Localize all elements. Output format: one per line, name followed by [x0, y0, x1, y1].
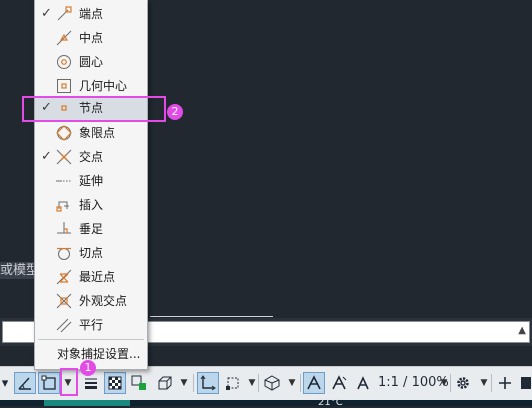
polar-tracking-button[interactable] [14, 372, 36, 394]
annotation-scale-button[interactable] [352, 372, 374, 394]
workspace-dropdown[interactable]: ▼ [478, 372, 490, 394]
menu-item-endpoint[interactable]: ✓ 端点 [35, 2, 147, 26]
menu-item-insertion[interactable]: 插入 [35, 193, 147, 217]
tangent-icon [57, 247, 71, 260]
isolate-icon [521, 377, 531, 389]
menu-item-intersection[interactable]: ✓ 交点 [35, 145, 147, 169]
taskbar-active-app[interactable] [44, 400, 130, 406]
selection-filter-button[interactable] [222, 372, 244, 394]
menu-item-perpendicular[interactable]: 垂足 [35, 217, 147, 241]
center-icon [57, 55, 71, 69]
3d-osnap-dropdown[interactable]: ▼ [178, 372, 190, 394]
check-icon: ✓ [41, 149, 52, 164]
gizmo-dropdown[interactable]: ▼ [286, 372, 298, 394]
annotation-visibility-icon [307, 375, 321, 390]
transparency-button[interactable] [104, 372, 126, 394]
weather-temperature[interactable]: 21°C [318, 397, 343, 408]
statusbar-separator [258, 374, 259, 392]
menu-item-tangent[interactable]: 切点 [35, 241, 147, 265]
selection-filter-icon [226, 377, 239, 390]
check-icon: ✓ [41, 6, 52, 21]
3d-osnap-icon [158, 376, 172, 390]
nearest-icon [56, 269, 72, 285]
annotation-monitor-button[interactable] [494, 372, 516, 394]
menu-separator [38, 339, 144, 340]
intersection-icon [56, 149, 72, 165]
extension-icon [56, 180, 72, 182]
menu-item-midpoint[interactable]: 中点 [35, 26, 147, 50]
drawn-line [150, 316, 273, 317]
highlight-node-item [22, 96, 166, 122]
lineweight-icon [85, 378, 97, 389]
statusbar-dropdown-arrow[interactable]: ▾ [0, 372, 10, 394]
auto-scale-button[interactable] [328, 372, 350, 394]
annotation-visibility-button[interactable] [303, 372, 325, 394]
gear-icon [457, 377, 469, 389]
object-snap-icon [41, 375, 56, 390]
menu-item-extension[interactable]: 延伸 [35, 169, 147, 193]
isolate-objects-button[interactable] [518, 372, 532, 394]
parallel-icon [56, 318, 72, 333]
menu-item-center[interactable]: 圆心 [35, 50, 147, 74]
auto-scale-icon [332, 375, 347, 390]
transparency-icon [108, 376, 122, 390]
selection-cycling-icon [131, 375, 146, 390]
selection-cycling-button[interactable] [128, 372, 150, 394]
statusbar-separator [491, 374, 492, 392]
highlight-osnap-dropdown [60, 368, 78, 396]
plus-icon [499, 377, 511, 389]
selection-filter-dropdown[interactable]: ▼ [246, 372, 258, 394]
step-badge-1: 1 [80, 360, 96, 376]
midpoint-icon [56, 30, 72, 46]
workspace-button[interactable] [452, 372, 474, 394]
gizmo-icon [264, 375, 280, 391]
menu-item-apparent-intersection[interactable]: 外观交点 [35, 289, 147, 313]
step-badge-2: 2 [167, 104, 183, 120]
menu-item-parallel[interactable]: 平行 [35, 313, 147, 337]
3d-osnap-button[interactable] [154, 372, 176, 394]
statusbar-separator [193, 374, 194, 392]
geometric-center-icon [57, 79, 71, 93]
menu-item-quadrant[interactable]: 象限点 [35, 121, 147, 145]
annotation-scale-icon [357, 376, 369, 390]
quadrant-icon [56, 125, 72, 141]
menu-item-geometric-center[interactable]: 几何中心 [35, 74, 147, 98]
statusbar-separator [450, 374, 451, 392]
perpendicular-icon [57, 222, 71, 234]
windows-taskbar: 21°C [0, 397, 532, 408]
menu-item-nearest[interactable]: 最近点 [35, 265, 147, 289]
insertion-icon [56, 201, 69, 212]
endpoint-icon [57, 6, 72, 21]
gizmo-button[interactable] [261, 372, 283, 394]
object-snap-menu: ✓ 端点 中点 圆心 几何中心 ✓ 节点 象限点 ✓ 交点 延伸 插入 垂足 切… [34, 0, 148, 370]
scale-dropdown[interactable]: ▼ [438, 372, 450, 394]
dynamic-ucs-button[interactable] [197, 372, 219, 394]
polar-tracking-icon [18, 377, 31, 390]
caret-up-icon[interactable]: ▲ [518, 325, 526, 336]
statusbar-separator [300, 374, 301, 392]
apparent-intersection-icon [56, 293, 72, 309]
object-snap-button[interactable] [38, 372, 60, 394]
dynamic-ucs-icon [200, 375, 216, 391]
